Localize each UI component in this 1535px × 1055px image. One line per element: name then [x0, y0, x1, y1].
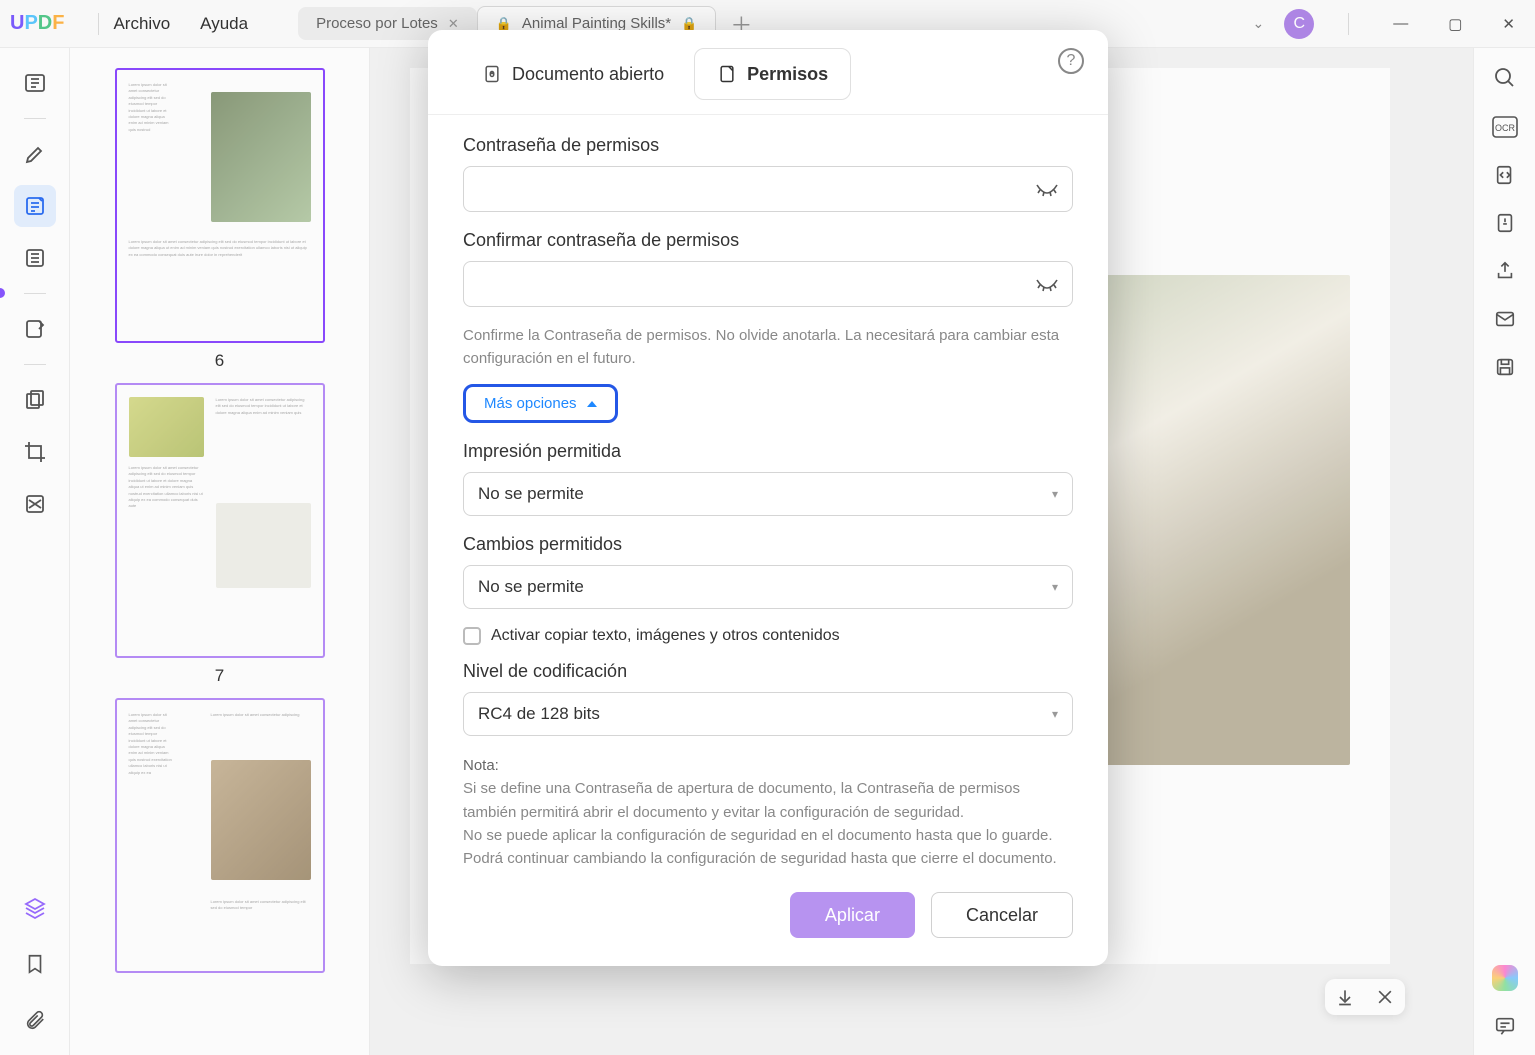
- permissions-password-input[interactable]: [463, 166, 1073, 212]
- cancel-button[interactable]: Cancelar: [931, 892, 1073, 938]
- permissions-icon: [717, 63, 737, 85]
- eye-icon[interactable]: [1035, 179, 1059, 199]
- printing-allowed-select[interactable]: No se permite ▾: [463, 472, 1073, 516]
- select-value: RC4 de 128 bits: [478, 704, 600, 724]
- apply-button[interactable]: Aplicar: [790, 892, 915, 938]
- document-icon: [482, 63, 502, 85]
- printing-allowed-label: Impresión permitida: [463, 441, 1073, 462]
- checkbox-box: [463, 627, 481, 645]
- modal-footer: Aplicar Cancelar: [428, 886, 1108, 938]
- chevron-down-icon: ▾: [1052, 580, 1058, 594]
- note-text: No se puede aplicar la configuración de …: [463, 824, 1073, 871]
- more-options-toggle[interactable]: Más opciones: [463, 384, 618, 423]
- note-section: Nota: Si se define una Contraseña de ape…: [428, 748, 1108, 886]
- note-text: Si se define una Contraseña de apertura …: [463, 777, 1073, 824]
- encryption-level-select[interactable]: RC4 de 128 bits ▾: [463, 692, 1073, 736]
- confirm-hint: Confirme la Contraseña de permisos. No o…: [463, 325, 1073, 370]
- encryption-level-label: Nivel de codificación: [463, 661, 1073, 682]
- more-options-label: Más opciones: [484, 395, 577, 412]
- confirm-password-input[interactable]: [463, 261, 1073, 307]
- chevron-down-icon: ▾: [1052, 707, 1058, 721]
- modal-tabs: Documento abierto Permisos: [428, 48, 1108, 115]
- changes-allowed-select[interactable]: No se permite ▾: [463, 565, 1073, 609]
- changes-allowed-label: Cambios permitidos: [463, 534, 1073, 555]
- confirm-password-label: Confirmar contraseña de permisos: [463, 230, 1073, 251]
- eye-icon[interactable]: [1035, 274, 1059, 294]
- permissions-modal: ? Documento abierto Permisos Contraseña …: [428, 30, 1108, 966]
- modal-body: Contraseña de permisos Confirmar contras…: [428, 115, 1108, 748]
- tab-label: Documento abierto: [512, 64, 664, 85]
- caret-up-icon: [587, 401, 597, 407]
- tab-document-open[interactable]: Documento abierto: [460, 48, 686, 100]
- permissions-password-label: Contraseña de permisos: [463, 135, 1073, 156]
- tab-label: Permisos: [747, 64, 828, 85]
- tab-permissions[interactable]: Permisos: [694, 48, 851, 100]
- select-value: No se permite: [478, 577, 584, 597]
- enable-copy-checkbox[interactable]: Activar copiar texto, imágenes y otros c…: [463, 627, 1073, 645]
- note-label: Nota:: [463, 754, 1073, 777]
- chevron-down-icon: ▾: [1052, 487, 1058, 501]
- help-icon[interactable]: ?: [1058, 48, 1084, 74]
- select-value: No se permite: [478, 484, 584, 504]
- checkbox-label: Activar copiar texto, imágenes y otros c…: [491, 627, 840, 645]
